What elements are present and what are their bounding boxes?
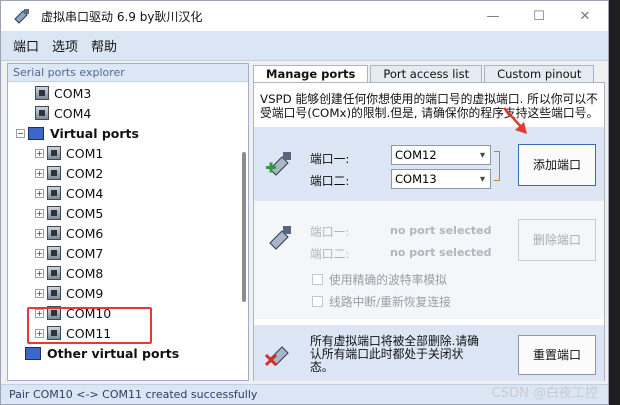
expand-icon[interactable]: + (35, 148, 44, 158)
tree-item-com8[interactable]: + COM8 (35, 263, 103, 283)
break-reconnect-checkbox[interactable] (312, 296, 323, 307)
port1-label: 端口一: (310, 152, 350, 166)
expand-icon[interactable]: + (35, 248, 44, 258)
serial-port-icon (47, 266, 61, 280)
menu-port[interactable]: 端口 (13, 36, 39, 55)
tree-item-com6[interactable]: + COM6 (35, 223, 103, 243)
expand-icon[interactable]: + (35, 288, 44, 298)
ports-explorer: Serial ports explorer COM3 COM4 − Virtua… (7, 63, 249, 381)
minimize-button[interactable]: — (470, 1, 516, 31)
serial-port-icon (35, 106, 49, 120)
tab-port-access-list[interactable]: Port access list (370, 65, 483, 83)
close-button[interactable]: ✕ (562, 1, 608, 31)
expand-icon[interactable]: + (35, 268, 44, 278)
tree-item-label: COM5 (66, 205, 104, 221)
serial-port-icon (47, 226, 61, 240)
remove-port-icon (269, 226, 291, 250)
serial-port-icon (47, 146, 61, 160)
tree-item-label: COM3 (54, 85, 92, 101)
tree-item-label: COM8 (66, 265, 104, 281)
reset-section: 所有虚拟端口将被全部删除.请确认所有端口此时都处于关闭状态。 重置端口 (254, 325, 604, 381)
menu-help[interactable]: 帮助 (91, 36, 117, 55)
annotation-highlight-box (27, 307, 152, 344)
port1-value: COM12 (395, 148, 437, 162)
port2-label: 端口二: (310, 174, 350, 188)
tab-strip: Manage ports Port access list Custom pin… (253, 65, 596, 83)
window-title: 虚拟串口驱动 6.9 by耿川汉化 (41, 9, 203, 24)
serial-port-icon (35, 86, 49, 100)
reset-description: 所有虚拟端口将被全部删除.请确认所有端口此时都处于关闭状态。 (310, 334, 479, 374)
reset-ports-icon (264, 346, 289, 367)
remove-pair-section: 端口一: 端口二: no port selected no port selec… (254, 201, 604, 319)
maximize-button[interactable]: ☐ (516, 1, 562, 31)
menu-options[interactable]: 选项 (52, 36, 78, 55)
monitor-icon (28, 126, 44, 140)
tree-item-label: COM4 (66, 185, 104, 201)
tree-item-com1[interactable]: + COM1 (35, 143, 103, 163)
port2-value: COM13 (395, 172, 437, 186)
tree-item-com2[interactable]: + COM2 (35, 163, 103, 183)
pair-bracket (494, 151, 500, 181)
tree-item-label: COM4 (54, 105, 92, 121)
group-label: Other virtual ports (47, 345, 180, 361)
serial-port-icon (47, 206, 61, 220)
tab-manage-ports[interactable]: Manage ports (253, 65, 369, 83)
chevron-down-icon: ▾ (479, 150, 485, 161)
add-port-icon (266, 152, 291, 176)
group-label: Virtual ports (50, 125, 139, 141)
tree-item-com4[interactable]: COM4 (35, 103, 91, 123)
tree-scrollbar[interactable] (242, 152, 246, 302)
title-bar: 虚拟串口驱动 6.9 by耿川汉化 — ☐ ✕ (1, 1, 608, 31)
remove-port2-label: 端口二: (310, 247, 350, 261)
tree-item-com9[interactable]: + COM9 (35, 283, 103, 303)
tree-group-other-virtual-ports[interactable]: Other virtual ports (25, 343, 179, 363)
add-port-button[interactable]: 添加端口 (518, 144, 596, 186)
app-window: 虚拟串口驱动 6.9 by耿川汉化 — ☐ ✕ 端口 选项 帮助 Serial … (0, 0, 609, 405)
strict-baud-checkbox[interactable] (312, 274, 323, 285)
strict-baud-option[interactable]: 使用精确的波特率模拟 (312, 271, 447, 288)
annotation-arrow-icon (503, 107, 527, 134)
serial-port-icon (47, 166, 61, 180)
tab-custom-pinout[interactable]: Custom pinout (484, 65, 595, 83)
tree-item-com4-virtual[interactable]: + COM4 (35, 183, 103, 203)
manage-description: VSPD 能够创建任何你想使用的端口号的虚拟端口. 所以你可以不受端口号(COM… (260, 92, 599, 120)
serial-port-icon (47, 246, 61, 260)
tree-item-label: COM6 (66, 225, 104, 241)
break-reconnect-option[interactable]: 线路中断/重新恢复连接 (312, 293, 451, 310)
remove-port1-label: 端口一: (310, 225, 350, 239)
tree-item-label: COM1 (66, 145, 104, 161)
tree-item-com3[interactable]: COM3 (35, 83, 91, 103)
chevron-down-icon: ▾ (479, 174, 485, 185)
tree-item-com5[interactable]: + COM5 (35, 203, 103, 223)
ports-tree: COM3 COM4 − Virtual ports + COM1 + COM2 (8, 82, 248, 380)
status-text: Pair COM10 <-> COM11 created successfull… (9, 388, 258, 401)
manage-ports-panel: VSPD 能够创建任何你想使用的端口号的虚拟端口. 所以你可以不受端口号(COM… (253, 82, 605, 381)
collapse-icon[interactable]: − (16, 128, 25, 138)
monitor-icon (25, 346, 41, 360)
strict-baud-label: 使用精确的波特率模拟 (329, 273, 447, 287)
break-reconnect-label: 线路中断/重新恢复连接 (329, 295, 451, 309)
serial-port-icon (47, 286, 61, 300)
expand-icon[interactable]: + (35, 208, 44, 218)
remove-port-button[interactable]: 删除端口 (518, 219, 596, 261)
menu-bar: 端口 选项 帮助 (1, 31, 608, 61)
explorer-header: Serial ports explorer (8, 64, 248, 82)
remove-port2-value: no port selected (390, 246, 492, 259)
expand-icon[interactable]: + (35, 168, 44, 178)
serial-port-icon (47, 186, 61, 200)
remove-port1-value: no port selected (390, 224, 492, 237)
tree-item-label: COM9 (66, 285, 104, 301)
app-icon (14, 9, 29, 24)
port1-select[interactable]: COM12 ▾ (391, 145, 491, 165)
port2-select[interactable]: COM13 ▾ (391, 169, 491, 189)
tree-item-com7[interactable]: + COM7 (35, 243, 103, 263)
tree-group-virtual-ports[interactable]: − Virtual ports (16, 123, 139, 143)
watermark: CSDN @白夜工控 (491, 386, 598, 401)
reset-ports-button[interactable]: 重置端口 (518, 335, 596, 375)
tree-item-label: COM7 (66, 245, 104, 261)
expand-icon[interactable]: + (35, 188, 44, 198)
add-pair-section: 端口一: 端口二: COM12 ▾ COM13 ▾ 添加端口 (254, 127, 604, 201)
expand-icon[interactable]: + (35, 228, 44, 238)
tree-item-label: COM2 (66, 165, 104, 181)
